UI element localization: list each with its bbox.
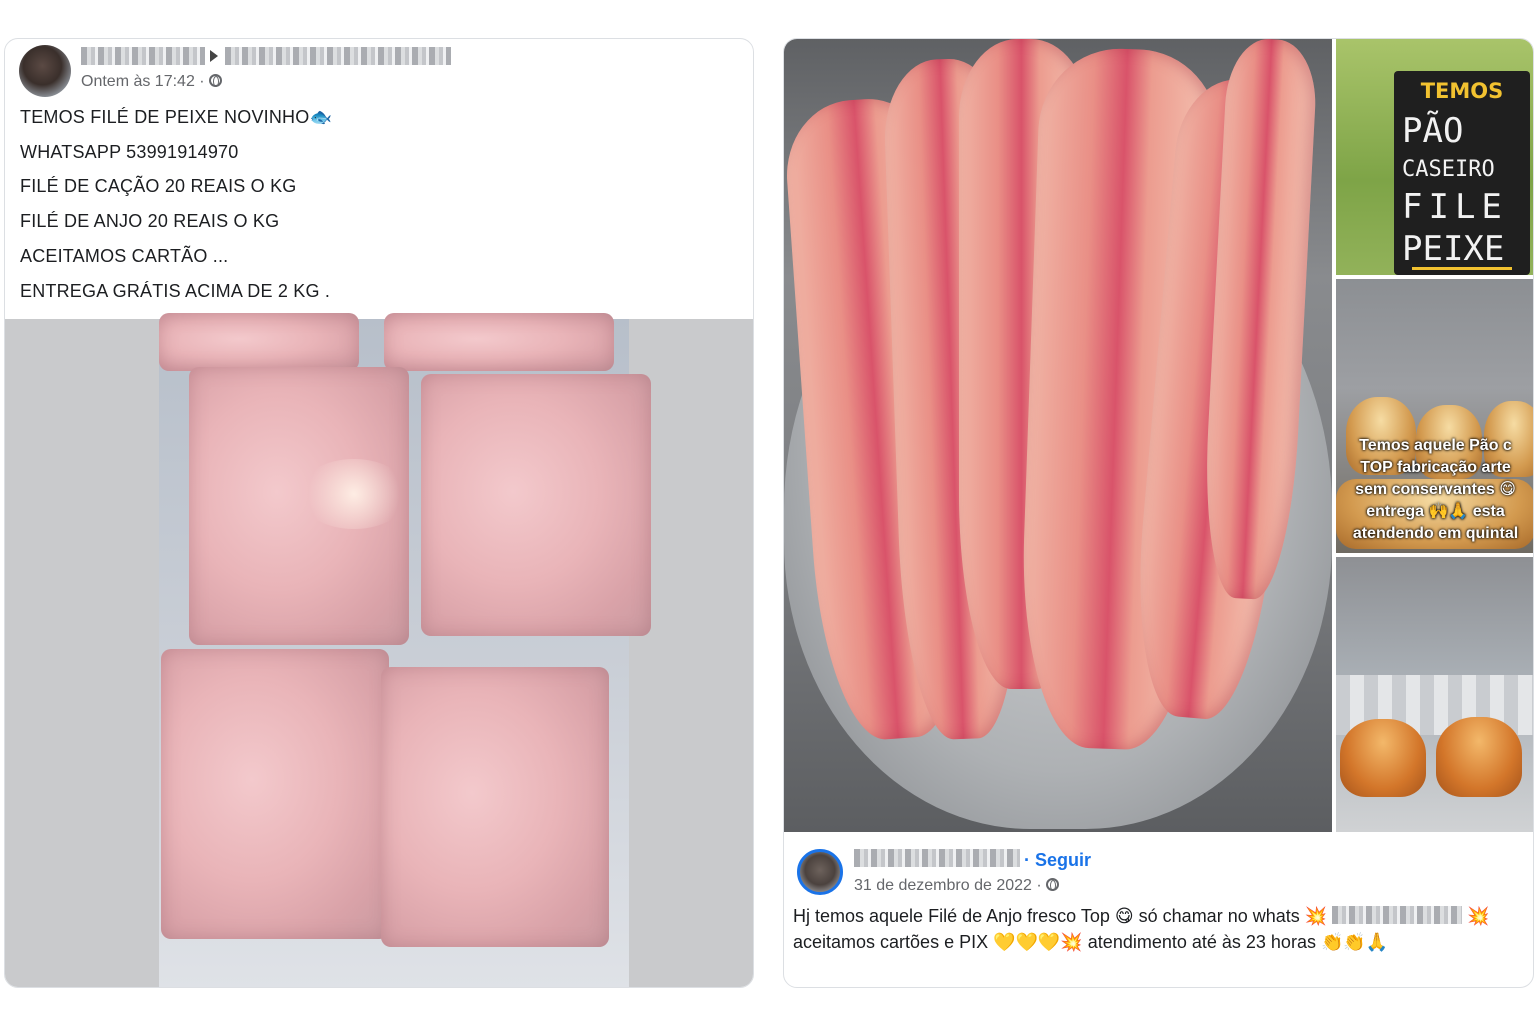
phone-number-blurred <box>1332 906 1463 924</box>
follow-button[interactable]: · Seguir <box>1024 850 1091 871</box>
bread-caption-line: atendendo em quintal <box>1352 525 1519 542</box>
yellow-hearts-emoji-icon: 💛💛💛 <box>993 932 1061 953</box>
fish-fillet-pack <box>381 667 609 947</box>
left-group-name-blurred[interactable] <box>225 47 451 65</box>
caption-line-1: Hj temos aquele Filé de Anjo fresco Top … <box>793 906 1490 927</box>
cooler-box-image <box>159 313 651 987</box>
left-timestamp-text[interactable]: Ontem às 17:42 · <box>81 73 205 90</box>
yum-emoji-icon: 😋 <box>1114 906 1134 927</box>
caption-text-1a: Hj temos aquele Filé de Anjo fresco Top <box>793 906 1110 926</box>
post-line-6: ENTREGA GRÁTIS ACIMA DE 2 KG . <box>20 281 331 301</box>
thumb-bread-loaves-photo[interactable] <box>1336 557 1533 832</box>
left-author-name-blurred[interactable] <box>81 47 205 65</box>
right-post-card: TEMOS PÃO CASEIRO FILE PEIXE Temos aquel… <box>783 38 1534 988</box>
caption-text-1b: só chamar no whats <box>1138 906 1300 926</box>
post-line-1-text: TEMOS FILÉ DE PEIXE NOVINHO <box>20 107 310 127</box>
fish-emoji-icon: 🐟 <box>309 107 333 128</box>
caption-line-2: aceitamos cartões e PIX 💛💛💛💥 atendimento… <box>793 932 1388 953</box>
left-post-card: Ontem às 17:42 · TEMOS FILÉ DE PEIXE NOV… <box>4 38 754 988</box>
thumb-sign-photo[interactable]: TEMOS PÃO CASEIRO FILE PEIXE <box>1336 39 1533 275</box>
post-line-3: FILÉ DE CAÇÃO 20 REAIS O KG <box>20 176 297 196</box>
right-author-avatar[interactable] <box>797 849 843 895</box>
post-line-2: WHATSAPP 53991914970 <box>20 142 239 162</box>
clap-pray-emoji-icon: 👏👏🙏 <box>1320 932 1389 953</box>
burst-emoji-icon: 💥 <box>1467 906 1490 927</box>
breadcrumb-arrow-icon <box>210 50 218 62</box>
thumb-bread-caption-photo[interactable]: Temos aquele Pão c TOP fabricação arte s… <box>1336 279 1533 553</box>
post-line-1: TEMOS FILÉ DE PEIXE NOVINHO🐟 <box>20 107 332 128</box>
bread-caption-line: Temos aquele Pão c <box>1359 437 1512 454</box>
sign-temos-text: TEMOS <box>1420 79 1504 103</box>
public-globe-icon <box>1045 878 1059 891</box>
sign-line-1: PÃO <box>1402 111 1464 151</box>
caption-text-2b: atendimento até às 23 horas <box>1087 932 1316 952</box>
sign-line-4: PEIXE <box>1402 229 1505 269</box>
caption-text-2a: aceitamos cartões e PIX <box>793 932 989 952</box>
post-line-4: FILÉ DE ANJO 20 REAIS O KG <box>20 211 280 231</box>
right-main-photo[interactable] <box>784 39 1332 832</box>
burst-emoji-icon: 💥 <box>1304 906 1328 927</box>
chalkboard-sign: TEMOS PÃO CASEIRO FILE PEIXE <box>1394 71 1530 275</box>
burst-emoji-icon: 💥 <box>1060 932 1083 953</box>
bread-loaf <box>1436 717 1522 797</box>
bread-caption-line: TOP fabricação arte <box>1360 459 1511 476</box>
right-post-timestamp[interactable]: 31 de dezembro de 2022 · <box>854 877 1059 895</box>
post-line-5: ACEITAMOS CARTÃO ... <box>20 246 229 266</box>
bread-caption-line: entrega 🙌🙏 esta <box>1366 503 1505 520</box>
sign-arrow <box>1412 267 1512 270</box>
public-globe-icon <box>208 74 222 87</box>
sunlight-spot <box>299 459 409 529</box>
fish-fillet-pack <box>159 313 359 371</box>
bread-caption-line: sem conservantes 😋 <box>1355 481 1516 498</box>
left-author-avatar[interactable] <box>19 45 71 97</box>
right-date-text[interactable]: 31 de dezembro de 2022 · <box>854 877 1042 894</box>
bread-loaf <box>1340 719 1426 797</box>
left-post-photo[interactable] <box>5 313 753 987</box>
right-author-name-blurred[interactable] <box>854 849 1020 867</box>
fish-fillet-pack <box>384 313 614 371</box>
fish-fillet-pack <box>421 374 651 636</box>
bread-caption-overlay: Temos aquele Pão c TOP fabricação arte s… <box>1336 435 1533 545</box>
sign-line-2: CASEIRO <box>1402 157 1495 182</box>
left-post-timestamp[interactable]: Ontem às 17:42 · <box>81 73 222 91</box>
sign-line-3: FILE <box>1402 187 1508 227</box>
fish-fillet-pack <box>161 649 389 939</box>
